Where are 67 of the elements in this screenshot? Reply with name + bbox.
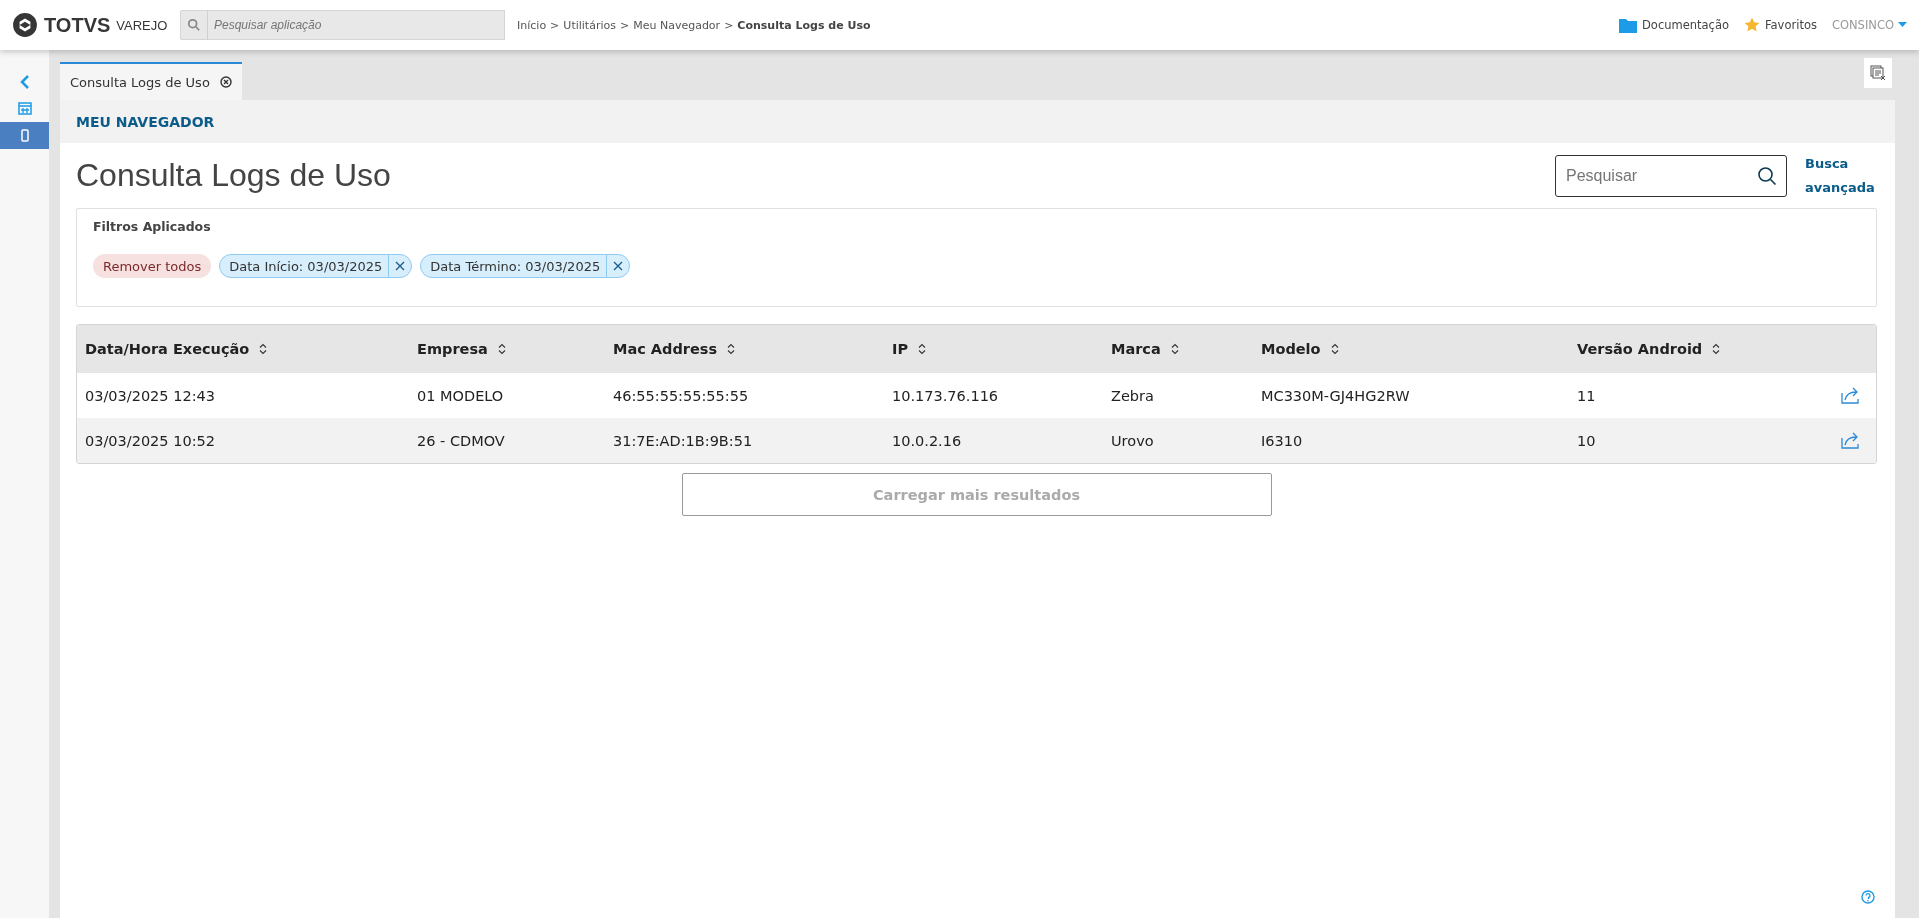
column-header[interactable]: Empresa [417,341,488,357]
page-title: Consulta Logs de Uso [76,157,392,194]
documentation-link[interactable]: Documentação [1642,18,1729,32]
close-icon[interactable] [395,261,406,271]
breadcrumb-separator: > [619,18,630,32]
product-name: VAREJO [116,17,168,33]
search-field[interactable]: Pesquisar [1555,154,1787,197]
column-header[interactable]: Modelo [1261,341,1321,357]
sort-icon[interactable] [259,343,268,355]
folder-icon [1619,17,1637,33]
caret-icon[interactable] [1898,22,1907,28]
filter-label: Data Término: 03/03/2025 [429,258,602,274]
help-icon[interactable] [1861,890,1875,904]
breadcrumb-link[interactable]: Meu Navegador [633,18,721,32]
table-cell: 46:55:55:55:55:55 [613,387,749,404]
table-cell: 10 [1577,432,1596,449]
filter-label: Data Início: 03/03/2025 [228,258,384,274]
table-cell: 10.173.76.116 [892,387,999,404]
search-icon [1757,165,1777,186]
search-button[interactable] [180,10,208,40]
table-cell: I6310 [1261,432,1303,449]
sort-icon[interactable] [1170,343,1179,355]
calendar-icon[interactable] [17,102,32,115]
breadcrumb-separator: > [550,18,560,32]
filters-title: Filtros Aplicados [93,219,212,234]
breadcrumb-link[interactable]: Início [517,18,547,32]
close-icon[interactable] [613,261,624,271]
logo-icon [12,12,38,38]
table-cell: 01 MODELO [417,387,504,404]
sort-icon[interactable] [1712,343,1721,355]
close-tabs-button[interactable] [1864,58,1892,88]
section-title: MEU NAVEGADOR [60,100,1895,143]
breadcrumb-link[interactable]: Utilitários [563,18,616,32]
close-icon[interactable] [219,76,232,88]
phone-icon[interactable] [20,129,29,142]
table-cell: 03/03/2025 12:43 [85,387,215,404]
star-icon [1744,17,1760,33]
table-cell: 03/03/2025 10:52 [85,432,215,449]
table-cell: 11 [1577,387,1596,404]
search-icon[interactable] [187,18,201,32]
column-header[interactable]: Marca [1111,341,1161,357]
table-cell: Urovo [1111,432,1154,449]
breadcrumb-separator: > [724,18,734,32]
share-icon[interactable] [1841,432,1861,449]
breadcrumb-link[interactable]: Consulta Logs de Uso [737,18,871,32]
close-windows-icon[interactable] [1870,65,1886,81]
table-cell: MC330M-GJ4HG2RW [1261,387,1410,404]
sort-icon[interactable] [727,343,736,355]
table-cell: 26 - CDMOV [417,432,505,449]
logo-text: TOTVS [44,13,111,37]
favorites-link[interactable]: Favoritos [1765,18,1817,32]
table-cell: 31:7E:AD:1B:9B:51 [613,432,753,449]
phone-button[interactable] [0,122,49,149]
share-icon[interactable] [1841,387,1861,404]
column-header[interactable]: Mac Address [613,341,718,357]
column-header[interactable]: Versão Android [1577,341,1703,357]
sort-icon[interactable] [497,343,506,355]
chevron-left-icon[interactable] [18,74,31,89]
table-cell: Zebra [1111,387,1154,404]
table-cell: 10.0.2.16 [892,432,962,449]
column-header[interactable]: Data/Hora Execução [85,341,250,357]
tab[interactable]: Consulta Logs de Uso [60,62,242,100]
sort-icon[interactable] [918,343,927,355]
column-header[interactable]: IP [892,341,909,357]
sort-icon[interactable] [1330,343,1339,355]
remove-all-button[interactable]: Remover todos [93,254,212,278]
advanced-search-link[interactable]: Busca avançada [1805,151,1877,200]
